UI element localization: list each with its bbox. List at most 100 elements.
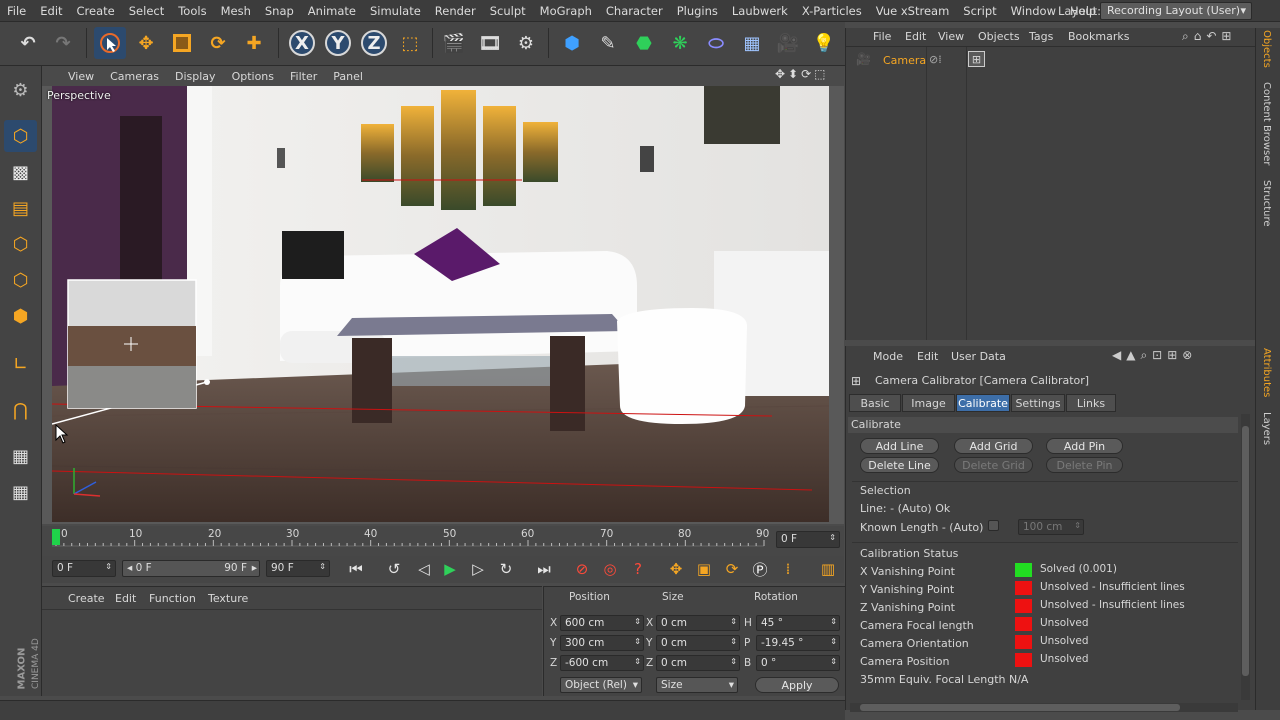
viewport-nav-icons[interactable]: ✥⬍⟳⬚ bbox=[775, 67, 841, 85]
apply-button[interactable]: Apply bbox=[755, 677, 839, 693]
side-tab-objects[interactable]: Objects bbox=[1261, 30, 1272, 68]
object-menu-view[interactable]: View bbox=[938, 30, 964, 43]
rot-h-field[interactable]: 45 ° ⇕ bbox=[756, 615, 840, 631]
material-menu-edit[interactable]: Edit bbox=[115, 592, 136, 605]
viewport-menu-options[interactable]: Options bbox=[232, 70, 274, 83]
viewport-menu-display[interactable]: Display bbox=[175, 70, 216, 83]
rot-p-field[interactable]: -19.45 ° ⇕ bbox=[756, 635, 840, 651]
size-x-field[interactable]: 0 cm ⇕ bbox=[656, 615, 740, 631]
autokey-icon[interactable]: ◎ bbox=[598, 558, 622, 580]
object-menu-tags[interactable]: Tags bbox=[1029, 30, 1053, 43]
menu-snap[interactable]: Snap bbox=[258, 4, 301, 18]
next-frame-icon[interactable]: ▷ bbox=[466, 558, 490, 580]
side-tab-content-browser[interactable]: Content Browser bbox=[1261, 82, 1272, 165]
visibility-toggle-icon[interactable]: ⊘⁞ bbox=[929, 53, 942, 66]
menu-vue-xstream[interactable]: Vue xStream bbox=[869, 4, 957, 18]
undo-icon[interactable]: ↶ bbox=[12, 27, 44, 59]
deformer-icon[interactable]: ⬭ bbox=[700, 27, 732, 59]
workplane-mode-icon[interactable]: ▤ bbox=[4, 192, 37, 224]
menu-render[interactable]: Render bbox=[428, 4, 483, 18]
menu-mograph[interactable]: MoGraph bbox=[533, 4, 599, 18]
delete-pin-button[interactable]: Delete Pin bbox=[1046, 457, 1123, 473]
attr-vertical-scrollbar[interactable] bbox=[1241, 414, 1250, 700]
size-mode-select[interactable]: Size ▾ bbox=[656, 677, 738, 693]
key-pla-icon[interactable]: ⁞ bbox=[776, 558, 800, 580]
cloner-icon[interactable]: ❋ bbox=[664, 27, 696, 59]
key-rotation-icon[interactable]: ⟳ bbox=[720, 558, 744, 580]
menu-sculpt[interactable]: Sculpt bbox=[483, 4, 533, 18]
scale-icon[interactable] bbox=[166, 27, 198, 59]
menu-animate[interactable]: Animate bbox=[301, 4, 363, 18]
known-length-field[interactable]: 100 cm ⇕ bbox=[1018, 519, 1084, 535]
planar-workplane-icon[interactable]: ▦ bbox=[4, 476, 37, 508]
side-tab-structure[interactable]: Structure bbox=[1261, 180, 1272, 227]
viewport-menu-filter[interactable]: Filter bbox=[290, 70, 317, 83]
menu-create[interactable]: Create bbox=[70, 4, 122, 18]
tab-links[interactable]: Links bbox=[1066, 394, 1116, 412]
z-axis-icon[interactable]: Z bbox=[358, 27, 390, 59]
rot-b-field[interactable]: 0 ° ⇕ bbox=[756, 655, 840, 671]
key-position-icon[interactable]: ✥ bbox=[664, 558, 688, 580]
previous-frame-icon[interactable]: ◁ bbox=[412, 558, 436, 580]
cube-icon[interactable]: ⬢ bbox=[556, 27, 588, 59]
attr-horizontal-scrollbar[interactable] bbox=[850, 703, 1238, 712]
current-frame-field[interactable]: 0 F ⇕ bbox=[776, 531, 840, 548]
object-menu-bookmarks[interactable]: Bookmarks bbox=[1068, 30, 1129, 43]
axis-mode-icon[interactable]: ∟ bbox=[4, 348, 37, 380]
previous-key-icon[interactable]: ↺ bbox=[382, 558, 406, 580]
key-parameter-icon[interactable]: Ⓟ bbox=[748, 558, 772, 580]
menu-file[interactable]: File bbox=[0, 4, 33, 18]
pos-x-field[interactable]: 600 cm ⇕ bbox=[560, 615, 644, 631]
menu-simulate[interactable]: Simulate bbox=[363, 4, 428, 18]
menu-select[interactable]: Select bbox=[122, 4, 171, 18]
start-frame-field[interactable]: 0 F ⇕ bbox=[52, 560, 116, 577]
object-manager-nav-icons[interactable]: ⌕⌂↶⊞ bbox=[1182, 29, 1236, 44]
timeline-ruler[interactable]: 0 10 20 30 40 50 60 70 80 90 0 F ⇕ bbox=[42, 526, 844, 556]
record-keys-icon[interactable]: ⊘ bbox=[570, 558, 594, 580]
x-axis-icon[interactable]: X bbox=[286, 27, 318, 59]
add-pin-button[interactable]: Add Pin bbox=[1046, 438, 1123, 454]
attr-menu-user-data[interactable]: User Data bbox=[951, 350, 1006, 363]
render-view-icon[interactable]: 🎬 bbox=[438, 27, 470, 59]
menu-x-particles[interactable]: X-Particles bbox=[795, 4, 869, 18]
go-to-start-icon[interactable]: ⏮ bbox=[344, 558, 368, 580]
add-grid-button[interactable]: Add Grid bbox=[954, 438, 1033, 454]
end-frame-field[interactable]: 90 F ⇕ bbox=[266, 560, 330, 577]
key-scale-icon[interactable]: ▣ bbox=[692, 558, 716, 580]
add-line-button[interactable]: Add Line bbox=[860, 438, 939, 454]
polygons-mode-icon[interactable]: ⬢ bbox=[4, 300, 37, 332]
size-z-field[interactable]: 0 cm ⇕ bbox=[656, 655, 740, 671]
menu-tools[interactable]: Tools bbox=[171, 4, 213, 18]
redo-icon[interactable]: ↷ bbox=[47, 27, 79, 59]
snap-magnet-icon[interactable]: ⋂ bbox=[4, 394, 37, 426]
render-settings-icon[interactable]: ⚙ bbox=[510, 27, 542, 59]
transform-icon[interactable]: ✚ bbox=[238, 27, 270, 59]
known-length-checkbox[interactable] bbox=[988, 520, 999, 531]
object-camera[interactable]: Camera bbox=[883, 54, 926, 67]
camera-icon[interactable]: 🎥 bbox=[772, 27, 804, 59]
menu-edit[interactable]: Edit bbox=[33, 4, 69, 18]
tab-calibrate[interactable]: Calibrate bbox=[956, 394, 1010, 412]
move-icon[interactable]: ✥ bbox=[130, 27, 162, 59]
object-menu-objects[interactable]: Objects bbox=[978, 30, 1020, 43]
delete-grid-button[interactable]: Delete Grid bbox=[954, 457, 1033, 473]
menu-mesh[interactable]: Mesh bbox=[214, 4, 258, 18]
timeline-window-icon[interactable]: ▥ bbox=[816, 558, 840, 580]
menu-script[interactable]: Script bbox=[956, 4, 1003, 18]
attr-nav-icons[interactable]: ◀▲⌕⊡⊞⊗ bbox=[1112, 348, 1197, 363]
floor-icon[interactable]: ▦ bbox=[736, 27, 768, 59]
render-picture-viewer-icon[interactable]: 🎞 bbox=[474, 27, 506, 59]
workplane-lock-icon[interactable]: ▦ bbox=[4, 440, 37, 472]
object-menu-file[interactable]: File bbox=[873, 30, 891, 43]
menu-character[interactable]: Character bbox=[599, 4, 670, 18]
delete-line-button[interactable]: Delete Line bbox=[860, 457, 939, 473]
pos-z-field[interactable]: -600 cm ⇕ bbox=[560, 655, 644, 671]
spline-pen-icon[interactable]: ✎ bbox=[592, 27, 624, 59]
y-axis-icon[interactable]: Y bbox=[322, 27, 354, 59]
texture-mode-icon[interactable]: ▩ bbox=[4, 156, 37, 188]
coordinate-mode-select[interactable]: Object (Rel) ▾ bbox=[560, 677, 642, 693]
edges-mode-icon[interactable]: ⬡ bbox=[4, 264, 37, 296]
keyframe-selection-icon[interactable]: ? bbox=[626, 558, 650, 580]
tab-image[interactable]: Image bbox=[902, 394, 955, 412]
tab-basic[interactable]: Basic bbox=[849, 394, 901, 412]
